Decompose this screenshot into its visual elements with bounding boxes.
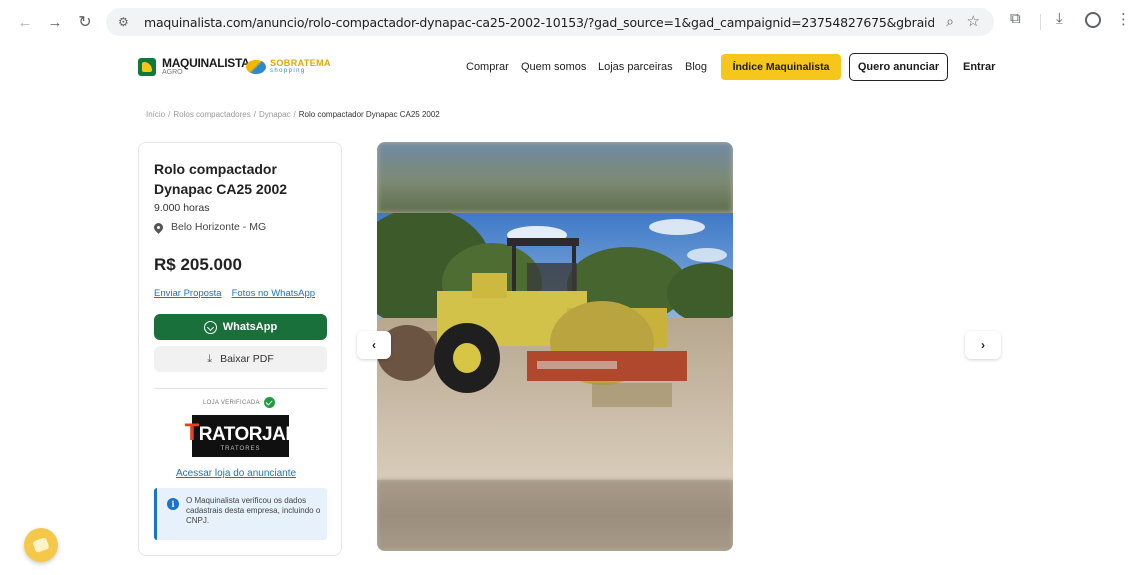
gallery-prev-button[interactable]: ‹ (357, 331, 391, 359)
breadcrumb-dynapac[interactable]: Dynapac (259, 110, 291, 119)
baixar-pdf-label: Baixar PDF (220, 353, 274, 365)
verification-info-text: O Maquinalista verificou os dados cadast… (186, 496, 321, 525)
sobratema-name: SOBRATEMA (270, 58, 331, 68)
entrar-link[interactable]: Entrar (963, 61, 995, 73)
machine-photo-svg (377, 213, 733, 480)
bookmark-star-icon[interactable]: ☆ (967, 12, 980, 30)
reload-icon[interactable]: ↻ (74, 11, 96, 33)
sobratema-text: SOBRATEMA shopping (270, 58, 331, 75)
breadcrumb-sep: / (168, 110, 171, 119)
nav-blog[interactable]: Blog (685, 61, 707, 73)
verified-store-badge: LOJA VERIFICADA (203, 397, 275, 408)
zoom-icon[interactable]: ⌕ (946, 13, 954, 30)
store-logo[interactable]: TRATORJAL TRATORES (185, 415, 297, 457)
sobratema-sub: shopping (270, 68, 306, 74)
logo-sub: AGRO (162, 69, 183, 76)
store-logo-rest: RATORJAL (198, 423, 297, 445)
back-arrow-icon[interactable]: ← (14, 11, 36, 33)
gallery-top-blur (377, 142, 733, 213)
breadcrumb-rolos[interactable]: Rolos compactadores (173, 110, 250, 119)
maquinalista-logo[interactable]: MAQUINALISTA AGRO (138, 57, 250, 76)
nav-comprar[interactable]: Comprar (466, 61, 509, 73)
url-text[interactable]: maquinalista.com/anuncio/rolo-compactado… (144, 15, 934, 30)
toolbar-divider (1040, 14, 1041, 30)
breadcrumb-current: Rolo compactador Dynapac CA25 2002 (298, 110, 440, 119)
kebab-menu-icon[interactable]: ⋮ (1116, 10, 1131, 28)
address-bar[interactable]: ⚙ maquinalista.com/anuncio/rolo-compacta… (106, 8, 994, 36)
listing-card: Rolo compactador Dynapac CA25 2002 9.000… (138, 142, 342, 556)
extensions-icon[interactable]: ⧉ (1010, 10, 1021, 27)
logo-name: MAQUINALISTA (162, 56, 250, 70)
breadcrumb-sep: / (253, 110, 256, 119)
store-logo-sub: TRATORES (220, 445, 261, 452)
whatsapp-icon (203, 320, 217, 334)
info-icon: i (167, 498, 179, 510)
logo-mark-icon (138, 57, 156, 76)
gallery-next-button[interactable]: › (965, 331, 1001, 359)
logo-text: MAQUINALISTA AGRO (162, 57, 250, 76)
fotos-whatsapp-link[interactable]: Fotos no WhatsApp (232, 288, 315, 299)
machine-photo[interactable] (377, 213, 733, 480)
sobratema-swirl-icon (246, 59, 266, 74)
browser-toolbar: ← → ↻ ⚙ maquinalista.com/anuncio/rolo-co… (0, 0, 1131, 44)
quero-anunciar-button[interactable]: Quero anunciar (849, 53, 948, 81)
gallery-bottom-blur (377, 480, 733, 551)
location-text: Belo Horizonte - MG (171, 221, 267, 233)
downloads-icon[interactable]: ⤓ (1056, 10, 1063, 27)
listing-title: Rolo compactador Dynapac CA25 2002 (154, 161, 288, 197)
card-divider (154, 388, 327, 389)
verified-label: LOJA VERIFICADA (203, 399, 260, 406)
whatsapp-button-label: WhatsApp (222, 321, 278, 333)
enviar-proposta-link[interactable]: Enviar Proposta (154, 288, 222, 299)
chat-bubble-icon (32, 536, 50, 554)
verified-check-icon (263, 397, 275, 408)
download-icon: ⤓ (207, 352, 213, 365)
nav-lojas-parceiras[interactable]: Lojas parceiras (598, 61, 673, 73)
site-header: MAQUINALISTA AGRO SOBRATEMA shopping Com… (0, 50, 1131, 86)
indice-maquinalista-button[interactable]: Índice Maquinalista (721, 54, 841, 80)
store-logo-initial: T (184, 418, 200, 446)
breadcrumb: Início / Rolos compactadores / Dynapac /… (146, 110, 440, 119)
location-pin-icon (152, 220, 165, 234)
photo-gallery[interactable] (377, 142, 733, 551)
listing-hours: 9.000 horas (154, 202, 210, 214)
store-logo-main: TRATORJAL (184, 418, 297, 446)
sobratema-logo[interactable]: SOBRATEMA shopping (246, 59, 331, 74)
forward-arrow-icon[interactable]: → (44, 11, 66, 33)
whatsapp-button[interactable]: WhatsApp (154, 314, 327, 340)
baixar-pdf-button[interactable]: ⤓ Baixar PDF (154, 346, 327, 372)
breadcrumb-sep: / (293, 110, 296, 119)
floating-chat-button[interactable] (24, 528, 58, 562)
site-info-icon[interactable]: ⚙ (118, 15, 134, 29)
breadcrumb-inicio[interactable]: Início (146, 110, 165, 119)
profile-icon[interactable] (1085, 12, 1101, 28)
verification-info-box: i O Maquinalista verificou os dados cada… (154, 488, 327, 540)
listing-price: R$ 205.000 (154, 255, 242, 274)
listing-location: Belo Horizonte - MG (152, 220, 267, 234)
nav-quem-somos[interactable]: Quem somos (521, 61, 586, 73)
listing-links: Enviar Proposta Fotos no WhatsApp (154, 288, 315, 299)
acessar-loja-link[interactable]: Acessar loja do anunciante (176, 468, 296, 479)
